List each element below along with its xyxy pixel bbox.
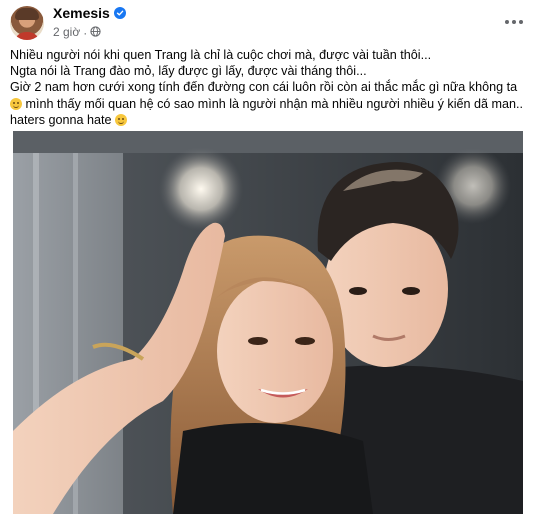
- post-header: Xemesis 2 giờ ·: [10, 4, 529, 42]
- upside-down-face-emoji: [115, 113, 128, 126]
- author-name[interactable]: Xemesis: [53, 5, 110, 22]
- post-line: Nhiều người nói khi quen Trang là chỉ là…: [10, 48, 432, 62]
- author-avatar[interactable]: [10, 6, 44, 40]
- post-line: Giờ 2 nam hơn cưới xong tính đến đường c…: [10, 80, 518, 95]
- thinking-face-emoji: [10, 97, 22, 110]
- facebook-post: Xemesis 2 giờ · Nhiều người nói khi quen…: [0, 0, 539, 514]
- post-line: haters gonna hate: [10, 112, 112, 127]
- globe-icon[interactable]: [90, 24, 101, 42]
- post-timestamp[interactable]: 2 giờ: [53, 25, 80, 40]
- post-photo[interactable]: [13, 131, 523, 514]
- separator: ·: [83, 25, 88, 40]
- post-text: Nhiều người nói khi quen Trang là chỉ là…: [10, 47, 530, 128]
- post-line: Ngta nói là Trang đào mỏ, lấy được gì lấ…: [10, 64, 367, 79]
- more-options-icon[interactable]: [503, 14, 525, 30]
- post-meta: Xemesis 2 giờ ·: [53, 5, 126, 42]
- post-line: mình thấy mối quan hệ có sao mình là ngư…: [25, 96, 524, 111]
- verified-badge-icon: [113, 7, 126, 19]
